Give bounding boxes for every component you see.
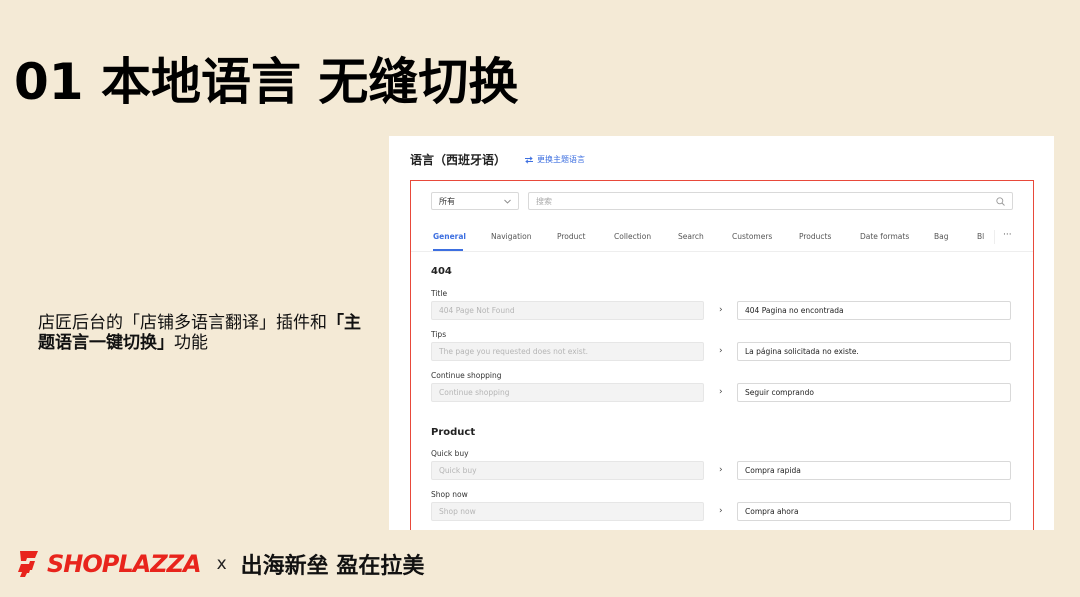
scope-select-value: 所有: [439, 196, 455, 206]
translation-input-tips[interactable]: La página solicitada no existe.: [737, 342, 1011, 361]
source-text-continue-shopping: Continue shopping: [431, 383, 704, 402]
translation-input-shop-now[interactable]: Compra ahora: [737, 502, 1011, 521]
collab-separator: x: [216, 554, 227, 574]
tab-date-formats[interactable]: Date formats: [860, 232, 909, 241]
description-suffix: 功能: [174, 333, 208, 353]
translation-input-title[interactable]: 404 Pagina no encontrada: [737, 301, 1011, 320]
chevron-right-icon: ›: [719, 305, 723, 315]
chevron-right-icon: ›: [719, 387, 723, 397]
source-text-shop-now: Shop now: [431, 502, 704, 521]
scope-select[interactable]: 所有: [431, 192, 519, 210]
tab-bar: General Navigation Product Collection Se…: [411, 226, 1033, 252]
active-tab-indicator: [433, 249, 463, 251]
chevron-right-icon: ›: [719, 506, 723, 516]
search-icon: [996, 196, 1005, 206]
field-label-quick-buy: Quick buy: [431, 449, 469, 458]
tab-general[interactable]: General: [433, 232, 466, 241]
field-label-continue-shopping: Continue shopping: [431, 371, 502, 380]
switch-link-label: 更换主题语言: [537, 155, 586, 164]
description-text: 店匠后台的「店铺多语言翻译」插件和: [38, 313, 327, 333]
field-label-title: Title: [431, 289, 448, 298]
partner-slogan: 出海新垒 盈在拉美: [240, 554, 425, 579]
admin-screenshot: 语言（西班牙语） 更换主题语言 所有 搜索 General Navigation…: [389, 136, 1054, 530]
brand-name: SHOPLAZZA: [47, 550, 202, 578]
tab-truncated[interactable]: Bl: [977, 232, 984, 241]
tab-collection[interactable]: Collection: [614, 232, 651, 241]
field-label-tips: Tips: [431, 330, 447, 339]
swap-arrows-icon: [525, 155, 534, 164]
screenshot-header: 语言（西班牙语） 更换主题语言: [410, 151, 585, 168]
chevron-right-icon: ›: [719, 346, 723, 356]
source-text-title: 404 Page Not Found: [431, 301, 704, 320]
tabs-more-button[interactable]: ···: [994, 230, 1012, 244]
source-text-quick-buy: Quick buy: [431, 461, 704, 480]
tab-customers[interactable]: Customers: [732, 232, 772, 241]
tab-navigation[interactable]: Navigation: [491, 232, 531, 241]
source-text-tips: The page you requested does not exist.: [431, 342, 704, 361]
tab-product[interactable]: Product: [557, 232, 585, 241]
slide-description: 店匠后台的「店铺多语言翻译」插件和「主题语言一键切换」功能: [38, 313, 368, 353]
slide-title: 01 本地语言 无缝切换: [14, 53, 519, 111]
chevron-down-icon: [504, 199, 511, 204]
section-title-product: Product: [431, 427, 476, 438]
translation-panel: 所有 搜索 General Navigation Product Collect…: [410, 180, 1034, 530]
translation-input-continue-shopping[interactable]: Seguir comprando: [737, 383, 1011, 402]
footer: SHOPLAZZA x 出海新垒 盈在拉美: [16, 548, 424, 580]
search-placeholder: 搜索: [536, 196, 552, 206]
field-label-shop-now: Shop now: [431, 490, 468, 499]
switch-theme-language-link[interactable]: 更换主题语言: [524, 154, 585, 165]
page-title: 语言（西班牙语）: [410, 153, 507, 167]
search-input[interactable]: 搜索: [528, 192, 1013, 210]
section-title-404: 404: [431, 266, 452, 277]
tab-search[interactable]: Search: [678, 232, 704, 241]
tab-bag[interactable]: Bag: [934, 232, 949, 241]
chevron-right-icon: ›: [719, 465, 723, 475]
filter-row: 所有 搜索: [431, 192, 1013, 210]
shoplazza-logo-icon: [18, 551, 38, 577]
translation-input-quick-buy[interactable]: Compra rapida: [737, 461, 1011, 480]
tab-products[interactable]: Products: [799, 232, 831, 241]
